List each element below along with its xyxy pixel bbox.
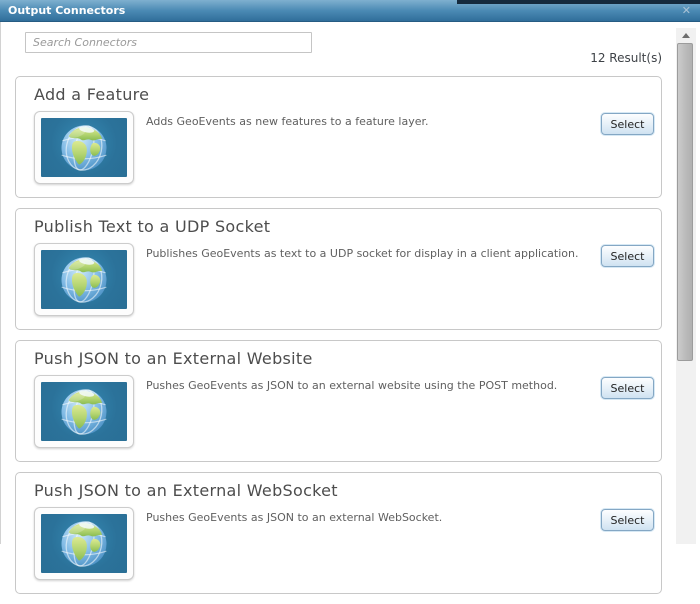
select-button[interactable]: Select: [601, 377, 654, 399]
dialog-title: Output Connectors: [8, 4, 126, 17]
scrollbar-track[interactable]: [676, 28, 696, 544]
connector-thumbnail-frame: [34, 111, 134, 184]
connector-title: Push JSON to an External Website: [34, 349, 313, 368]
connector-title: Publish Text to a UDP Socket: [34, 217, 271, 236]
connector-title: Push JSON to an External WebSocket: [34, 481, 338, 500]
connector-description: Publishes GeoEvents as text to a UDP soc…: [146, 247, 579, 260]
connector-card-push-json-website: Push JSON to an External Website Pushes …: [15, 340, 662, 462]
connector-card-publish-text-udp: Publish Text to a UDP Socket Publishes G…: [15, 208, 662, 330]
connector-card-add-a-feature: Add a Feature Adds GeoEvents as new feat…: [15, 76, 662, 198]
globe-icon: [41, 250, 127, 309]
globe-icon: [41, 382, 127, 441]
select-button[interactable]: Select: [601, 509, 654, 531]
connector-thumbnail-frame: [34, 375, 134, 448]
connector-description: Pushes GeoEvents as JSON to an external …: [146, 511, 443, 524]
connector-list: Add a Feature Adds GeoEvents as new feat…: [15, 76, 662, 604]
connector-description: Pushes GeoEvents as JSON to an external …: [146, 379, 558, 392]
scrollbar-thumb[interactable]: [677, 43, 693, 361]
connector-thumbnail-frame: [34, 243, 134, 316]
connector-title: Add a Feature: [34, 85, 150, 104]
dialog-left-border: [0, 22, 1, 544]
select-button[interactable]: Select: [601, 245, 654, 267]
background-page-strip: [457, 0, 700, 4]
select-button[interactable]: Select: [601, 113, 654, 135]
up-arrow-icon: [682, 32, 690, 38]
scroll-up-arrow[interactable]: [676, 28, 696, 42]
connector-card-push-json-websocket: Push JSON to an External WebSocket Pushe…: [15, 472, 662, 594]
globe-icon: [41, 118, 127, 177]
results-count: 12 Result(s): [590, 51, 662, 65]
connector-description: Adds GeoEvents as new features to a feat…: [146, 115, 429, 128]
search-input[interactable]: [25, 32, 312, 53]
